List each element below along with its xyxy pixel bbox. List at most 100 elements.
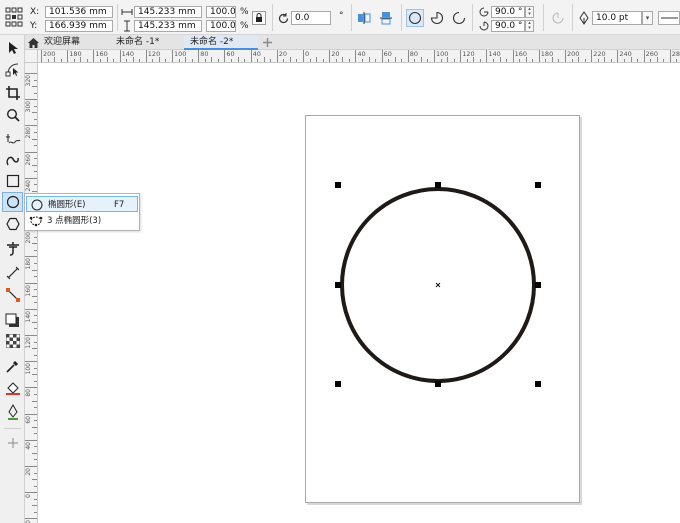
width-field[interactable]: 145.233 mm xyxy=(134,6,202,18)
ruler-minor-tick xyxy=(34,380,37,382)
ellipse-icon xyxy=(30,198,44,212)
ruler-origin-corner[interactable] xyxy=(25,50,38,63)
line-style-selector[interactable] xyxy=(658,11,680,25)
shape-tool[interactable] xyxy=(2,59,23,79)
lock-ratio-icon[interactable] xyxy=(252,11,266,25)
property-bar: X: 101.536 mm Y: 166.939 mm 145.233 mm 1… xyxy=(0,0,680,35)
ruler-minor-tick xyxy=(34,92,37,94)
ruler-minor-tick xyxy=(165,59,167,62)
ellipse-tool[interactable] xyxy=(2,192,23,212)
ruler-minor-tick xyxy=(34,354,37,356)
add-tool[interactable] xyxy=(2,433,23,453)
mirror-horizontal-icon[interactable] xyxy=(356,10,372,26)
parallel-dimension-tool[interactable] xyxy=(2,263,23,283)
separator xyxy=(117,4,118,31)
drop-shadow-tool[interactable] xyxy=(2,310,23,330)
ruler-minor-tick xyxy=(663,59,665,62)
connector-icon xyxy=(5,288,20,302)
ruler-minor-tick xyxy=(32,112,37,114)
ruler-minor-tick xyxy=(34,328,37,330)
selection-handle-top-right[interactable] xyxy=(535,182,541,188)
end-angle-field[interactable]: 90.0 ° xyxy=(491,20,525,32)
new-tab-icon[interactable] xyxy=(261,36,274,49)
tab-untitled-1[interactable]: 未命名 -1* xyxy=(110,35,184,50)
height-field[interactable]: 145.233 mm xyxy=(134,20,202,32)
scale-height-field[interactable]: 100.0 xyxy=(206,20,236,32)
ruler-minor-tick xyxy=(32,348,37,350)
menu-item-three-point-ellipse[interactable]: 3 点椭圆形(3) xyxy=(26,213,138,229)
ruler-minor-tick xyxy=(34,249,37,251)
pick-tool[interactable] xyxy=(2,38,23,58)
ruler-tick xyxy=(25,413,37,415)
ruler-minor-tick xyxy=(440,59,442,62)
ruler-minor-tick xyxy=(283,59,285,62)
ellipse-icon xyxy=(6,195,19,209)
ruler-label: 80 xyxy=(200,50,209,58)
selection-handle-bottom-middle[interactable] xyxy=(435,381,441,387)
selection-handle-middle-left[interactable] xyxy=(335,282,341,288)
outline-width-dropdown[interactable]: ▾ xyxy=(642,11,653,25)
outline-pen-icon xyxy=(577,10,591,26)
ruler-minor-tick xyxy=(453,59,455,62)
tab-welcome-screen[interactable]: 欢迎屏幕 xyxy=(38,35,110,50)
transparency-icon xyxy=(5,334,20,348)
artistic-media-tool[interactable] xyxy=(2,150,23,170)
menu-item-ellipse[interactable]: 椭圆形(E) F7 xyxy=(26,196,138,212)
separator xyxy=(472,4,473,31)
ruler-tick xyxy=(145,50,147,62)
ruler-label: 40 xyxy=(25,441,32,450)
rectangle-tool[interactable] xyxy=(2,171,23,191)
y-position-field[interactable]: 166.939 mm xyxy=(45,20,113,32)
end-angle-spinner[interactable]: ▴ ▾ xyxy=(525,20,534,32)
arc-mode-icon[interactable] xyxy=(450,9,468,27)
three-point-ellipse-icon xyxy=(29,214,43,228)
transparency-tool[interactable] xyxy=(2,331,23,351)
ruler-label: 120 xyxy=(147,50,161,58)
separator xyxy=(401,4,402,31)
selection-handle-top-left[interactable] xyxy=(335,182,341,188)
rotation-field[interactable]: 0.0 xyxy=(291,11,331,25)
eyedropper-tool[interactable] xyxy=(2,356,23,376)
ruler-label: 160 xyxy=(25,284,32,297)
ruler-tick xyxy=(303,50,304,62)
freehand-tool[interactable] xyxy=(2,129,23,149)
outline-width-field[interactable]: 10.0 pt xyxy=(592,11,642,25)
object-origin-icon[interactable] xyxy=(4,6,24,28)
selection-handle-top-middle[interactable] xyxy=(435,182,441,188)
scale-width-field[interactable]: 100.0 xyxy=(206,6,236,18)
horizontal-ruler[interactable]: 200 180 160 140 120 100 80 60 40 20 0 20 40 60 80 100 12… xyxy=(25,50,680,63)
ellipse-mode-icon[interactable] xyxy=(406,9,424,27)
tab-untitled-2[interactable]: 未命名 -2* xyxy=(184,35,258,50)
start-angle-spinner[interactable]: ▴ ▾ xyxy=(525,6,534,18)
start-angle-field[interactable]: 90.0 ° xyxy=(491,6,525,18)
text-tool[interactable] xyxy=(2,239,23,259)
mirror-vertical-icon[interactable] xyxy=(378,10,394,26)
polygon-tool[interactable] xyxy=(2,214,23,234)
direction-icon[interactable] xyxy=(550,10,566,26)
ruler-tick xyxy=(643,50,645,62)
vertical-ruler[interactable]: 3203002802602402202001801601401201008060… xyxy=(25,63,38,523)
pie-mode-icon[interactable] xyxy=(428,9,446,27)
selection-handle-bottom-right[interactable] xyxy=(535,381,541,387)
smart-fill-tool[interactable] xyxy=(2,402,23,422)
selection-handle-middle-right[interactable] xyxy=(535,282,541,288)
ruler-tick xyxy=(329,50,331,62)
ruler-tick xyxy=(119,50,121,62)
interactive-fill-tool[interactable] xyxy=(2,378,23,398)
drop-shadow-icon xyxy=(5,313,19,327)
polygon-icon xyxy=(5,217,20,231)
ruler-label: 60 xyxy=(226,50,235,58)
x-position-field[interactable]: 101.536 mm xyxy=(45,6,113,18)
separator xyxy=(351,4,352,31)
drawing-canvas[interactable] xyxy=(38,63,680,523)
ruler-minor-tick xyxy=(32,269,37,271)
ruler-minor-tick xyxy=(34,367,37,369)
toolbox xyxy=(0,35,25,523)
crop-tool[interactable] xyxy=(2,83,23,103)
connector-tool[interactable] xyxy=(2,285,23,305)
ruler-label: 80 xyxy=(25,389,32,398)
ruler-minor-tick xyxy=(597,59,599,62)
zoom-tool[interactable] xyxy=(2,105,23,125)
selection-handle-bottom-left[interactable] xyxy=(335,381,341,387)
ruler-minor-tick xyxy=(32,86,37,88)
